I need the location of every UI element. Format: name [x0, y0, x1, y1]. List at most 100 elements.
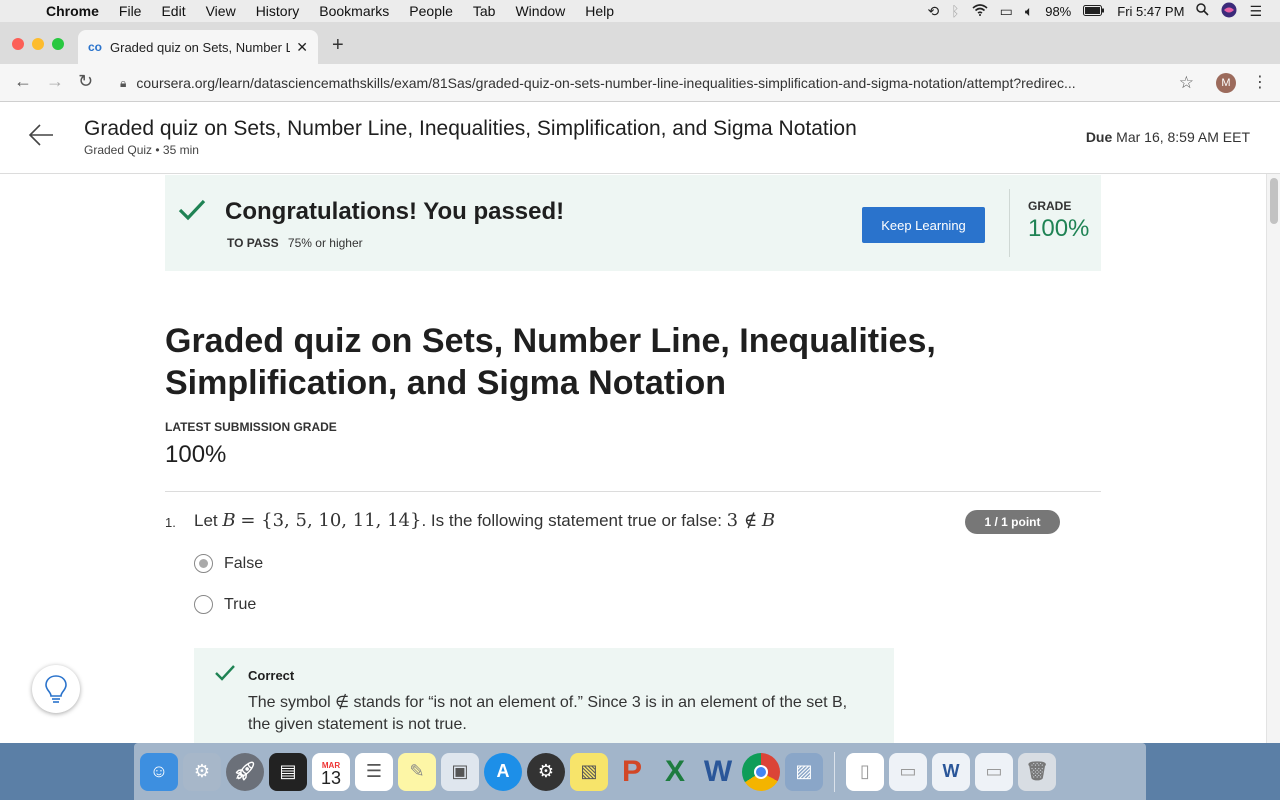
menu-tab[interactable]: Tab	[463, 3, 506, 19]
to-pass-value: 75% or higher	[287, 236, 363, 250]
reminders-icon[interactable]: ☰	[355, 752, 393, 791]
coursera-favicon-icon: co	[88, 40, 103, 54]
window-thumbnail-icon[interactable]: ▭	[889, 752, 927, 791]
points-badge: 1 / 1 point	[965, 510, 1060, 534]
maximize-window-button[interactable]	[52, 38, 64, 50]
calendar-day: 13	[320, 767, 342, 788]
feedback-text: The symbol ∉ stands for “is not an eleme…	[248, 694, 848, 733]
to-pass-info: TO PASS 75% or higher	[227, 236, 363, 250]
new-tab-button[interactable]: +	[332, 34, 344, 57]
chrome-icon[interactable]	[742, 752, 780, 791]
question-text: Let B = {3, 5, 10, 11, 14}. Is the follo…	[194, 510, 775, 531]
menu-window[interactable]: Window	[505, 3, 575, 19]
browser-tab-active[interactable]: co Graded quiz on Sets, Number L ✕	[78, 30, 318, 64]
dock-separator	[834, 751, 835, 792]
page-title: Graded quiz on Sets, Number Line, Inequa…	[84, 117, 857, 140]
menu-edit[interactable]: Edit	[151, 3, 195, 19]
menu-file[interactable]: File	[109, 3, 152, 19]
back-arrow-icon[interactable]	[28, 122, 54, 156]
scrollbar-thumb[interactable]	[1270, 178, 1278, 224]
feedback-label: Correct	[248, 668, 295, 683]
page-header: Graded quiz on Sets, Number Line, Inequa…	[0, 102, 1280, 174]
latest-submission-label: LATEST SUBMISSION GRADE	[165, 420, 337, 434]
launchpad-icon[interactable]: 🚀︎	[226, 752, 264, 791]
question-prefix: Let	[194, 511, 218, 530]
reload-icon[interactable]: ↻	[78, 71, 93, 92]
app-store-icon[interactable]: A	[484, 752, 522, 791]
radio-button-selected[interactable]	[194, 554, 213, 573]
wifi-icon[interactable]	[972, 3, 988, 19]
excel-icon[interactable]: X	[656, 753, 694, 791]
question-mid: . Is the following statement true or fal…	[421, 511, 722, 530]
bookmark-star-icon[interactable]: ☆	[1179, 73, 1194, 93]
window-thumbnail-2-icon[interactable]: ▭	[975, 752, 1013, 791]
math-statement-set: B	[761, 510, 776, 531]
stickies-icon[interactable]: ▧	[570, 752, 608, 791]
menu-view[interactable]: View	[196, 3, 246, 19]
chrome-menu-icon[interactable]: ⋮	[1252, 72, 1268, 92]
battery-icon[interactable]	[1083, 3, 1105, 19]
notes-icon[interactable]: ✎	[398, 752, 436, 791]
lock-icon: 🔒︎	[120, 75, 127, 90]
option-label: True	[224, 595, 257, 613]
image-capture-icon[interactable]: ▨	[785, 752, 823, 791]
airplay-icon[interactable]: ▭	[1000, 3, 1013, 20]
siri-icon[interactable]	[1221, 2, 1237, 21]
calendar-icon[interactable]: MAR 13	[312, 752, 350, 791]
document-icon[interactable]: ▯	[846, 752, 884, 791]
pass-message: Congratulations! You passed!	[225, 198, 565, 225]
radio-button[interactable]	[194, 595, 213, 614]
tab-title: Graded quiz on Sets, Number L	[110, 39, 291, 55]
menubar-clock[interactable]: Fri 5:47 PM	[1117, 4, 1184, 19]
due-label: Due	[1085, 129, 1113, 145]
bluetooth-icon[interactable]: ᛒ	[951, 3, 959, 19]
powerpoint-icon[interactable]: P	[613, 753, 651, 791]
activity-monitor-icon[interactable]: ▤	[269, 752, 307, 791]
trash-icon[interactable]: 🗑︎	[1018, 752, 1056, 791]
word-window-icon[interactable]: W	[932, 752, 970, 791]
browser-toolbar: ← → ↻ 🔒︎ coursera.org/learn/datasciencem…	[0, 64, 1280, 102]
window-controls	[12, 38, 64, 50]
word-icon[interactable]: W	[699, 753, 737, 791]
minimize-window-button[interactable]	[32, 38, 44, 50]
menu-bookmarks[interactable]: Bookmarks	[309, 3, 399, 19]
option-label: False	[224, 554, 264, 572]
spotlight-search-icon[interactable]	[1196, 3, 1210, 19]
profile-avatar[interactable]: M	[1216, 73, 1236, 93]
question-number: 1.	[165, 515, 176, 530]
grade-value: 100%	[1028, 215, 1090, 242]
system-preferences-icon[interactable]: ⚙	[183, 752, 221, 791]
battery-percent: 98%	[1045, 3, 1072, 19]
page-scrollbar[interactable]	[1266, 174, 1280, 743]
option-false[interactable]: False	[194, 554, 263, 573]
url-text[interactable]: coursera.org/learn/datasciencemathskills…	[136, 75, 1156, 91]
time-machine-icon[interactable]: ⟲	[927, 3, 939, 20]
page-content: Graded quiz on Sets, Number Line, Inequa…	[0, 102, 1280, 743]
checkmark-icon	[177, 195, 207, 233]
math-equation: = {3, 5, 10, 11, 14}	[240, 510, 422, 531]
preview-icon[interactable]: ▣	[441, 752, 479, 791]
to-pass-label: TO PASS	[227, 236, 279, 250]
menu-app[interactable]: Chrome	[36, 3, 109, 19]
finder-icon[interactable]: ☺	[140, 752, 178, 791]
menu-history[interactable]: History	[246, 3, 310, 19]
feedback-panel: Correct The symbol ∉ stands for “is not …	[194, 648, 894, 743]
forward-icon[interactable]: →	[46, 71, 64, 92]
close-window-button[interactable]	[12, 38, 24, 50]
system-settings-gear-icon[interactable]: ⚙	[527, 752, 565, 791]
menu-help[interactable]: Help	[575, 3, 624, 19]
menu-people[interactable]: People	[399, 3, 463, 19]
address-bar[interactable]: 🔒︎ coursera.org/learn/datasciencemathski…	[108, 68, 1204, 98]
notification-center-icon[interactable]: ☰	[1249, 3, 1262, 20]
close-tab-icon[interactable]: ✕	[296, 39, 308, 56]
browser-tabbar: co Graded quiz on Sets, Number L ✕ +	[0, 22, 1280, 64]
grade-label: GRADE	[1028, 199, 1072, 213]
back-icon[interactable]: ←	[14, 71, 32, 92]
pass-banner: Congratulations! You passed! TO PASS 75%…	[165, 175, 1101, 271]
correct-check-icon	[214, 662, 236, 690]
section-divider	[165, 491, 1101, 492]
option-true[interactable]: True	[194, 595, 256, 614]
keep-learning-button[interactable]: Keep Learning	[862, 207, 985, 243]
lightbulb-help-icon[interactable]	[32, 665, 80, 713]
volume-icon[interactable]: 🔈︎	[1025, 3, 1033, 20]
